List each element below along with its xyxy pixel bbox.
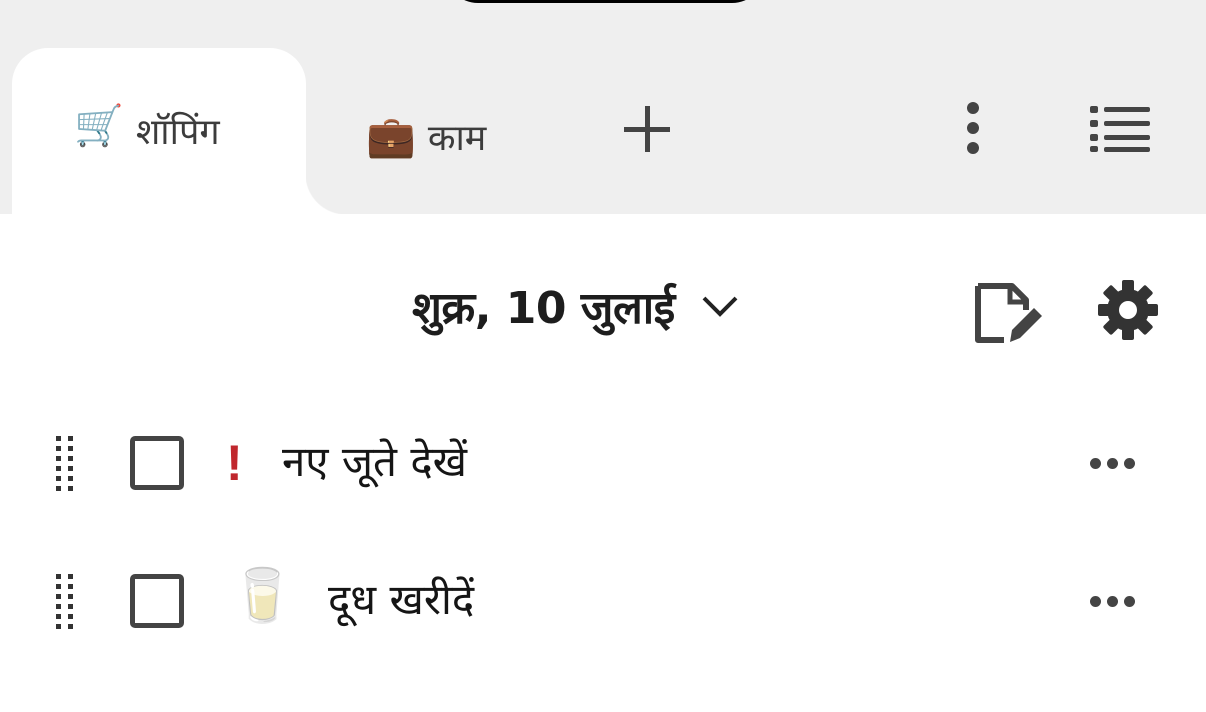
list-icon[interactable] [1088,104,1152,152]
item-checkbox[interactable] [130,574,184,628]
gear-icon[interactable] [1096,278,1160,342]
date-header: शुक्र, 10 जुलाई [0,262,1206,352]
date-selector[interactable]: शुक्र, 10 जुलाई [412,276,739,336]
item-text: नए जूते देखें [282,437,467,486]
item-text: दूध खरीदें [328,575,475,624]
drag-handle-icon[interactable] [54,574,78,632]
list-item[interactable]: 🥛 दूध खरीदें [0,546,1206,656]
drag-handle-icon[interactable] [54,436,78,494]
list-item[interactable]: ! नए जूते देखें [0,408,1206,518]
briefcase-icon: 💼 [366,113,416,160]
shopping-cart-icon: 🛒 [74,103,124,149]
device-notch [445,0,765,3]
item-checkbox[interactable] [130,436,184,490]
add-tab-button[interactable] [620,98,676,158]
tab-work[interactable]: 💼 काम [366,112,486,161]
tab-label: काम [427,118,487,159]
chevron-down-icon [702,296,738,317]
milk-glass-icon: 🥛 [230,566,295,626]
date-label: शुक्र, 10 जुलाई [412,283,675,334]
tab-shopping[interactable]: 🛒 शॉपिंग [12,48,346,228]
more-horizontal-icon[interactable] [1090,458,1136,470]
edit-note-icon[interactable] [972,280,1046,346]
tab-bar: 🛒 शॉपिंग 💼 काम [0,0,1206,228]
more-horizontal-icon[interactable] [1090,596,1136,608]
more-vertical-icon[interactable] [960,100,986,156]
priority-icon: ! [226,435,243,491]
tab-label: शॉपिंग [135,112,220,153]
